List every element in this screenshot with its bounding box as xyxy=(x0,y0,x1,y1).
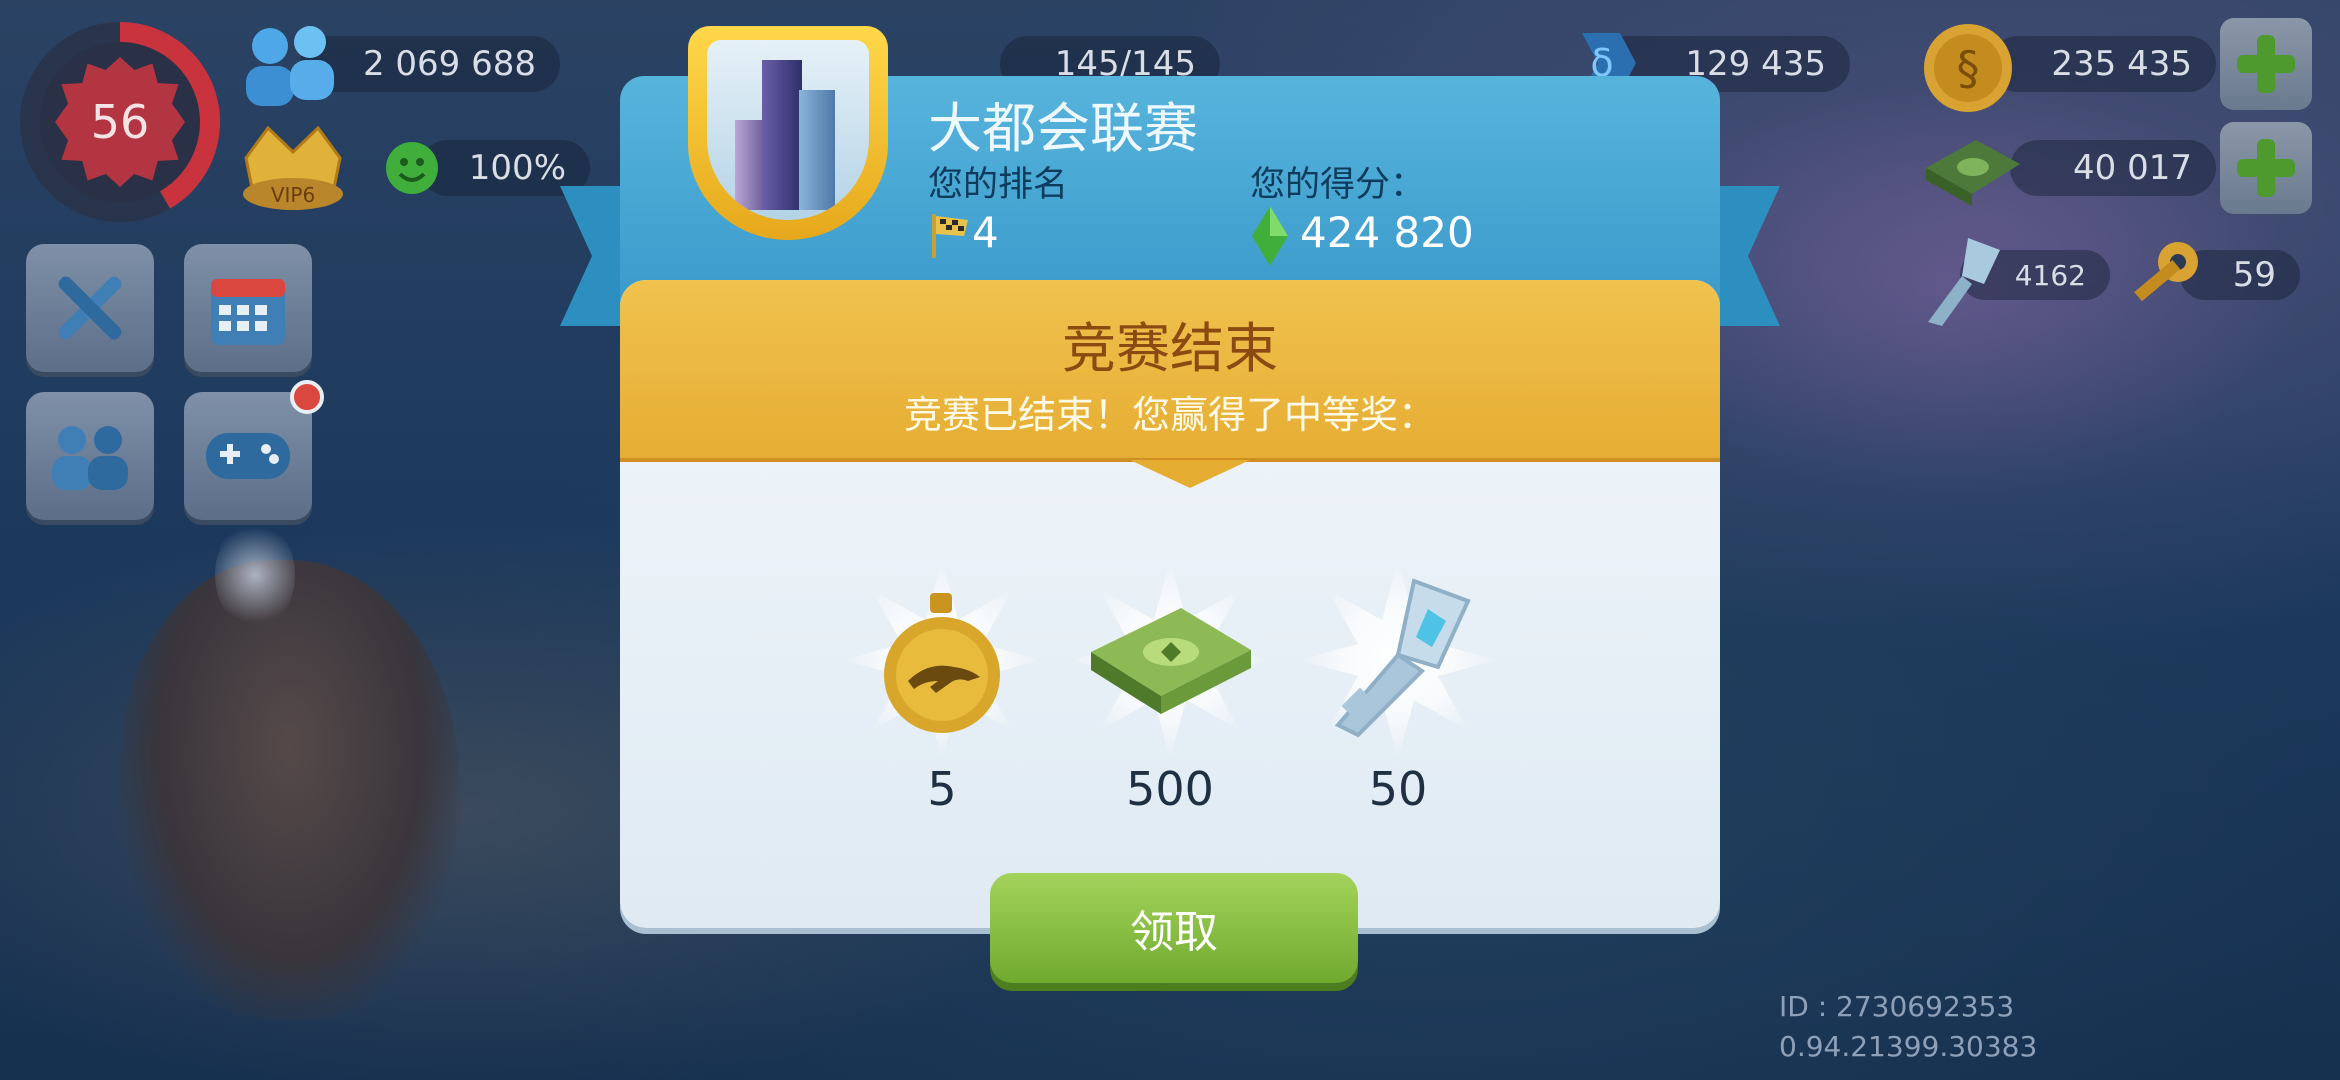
gamepad-icon xyxy=(206,433,290,479)
calendar-button[interactable] xyxy=(184,244,312,372)
golden-cheetah-coin-icon xyxy=(884,593,1000,733)
rank-label: 您的排名 xyxy=(928,165,1069,205)
vip-label: VIP6 xyxy=(271,183,315,207)
happiness-value: 100% xyxy=(468,148,566,188)
simcash-counter[interactable]: 235 435 xyxy=(1990,36,2216,92)
volcano-smoke xyxy=(215,520,295,630)
population-value: 2 069 688 xyxy=(362,44,536,84)
volcano-island xyxy=(120,560,460,1020)
rank-value: 4 xyxy=(972,208,999,257)
smiley-icon xyxy=(386,142,438,194)
tools-button[interactable] xyxy=(26,244,154,372)
simcash-coin-icon: § xyxy=(1924,24,2012,112)
reward-item xyxy=(1298,560,1498,760)
level-badge: 56 xyxy=(55,57,185,187)
banner-pointer xyxy=(1130,460,1250,488)
platinum-key-icon xyxy=(1334,578,1471,738)
build-version: 0.94.21399.30383 xyxy=(1779,1030,2038,1063)
level-indicator[interactable]: 56 xyxy=(20,22,220,222)
score-value: 424 820 xyxy=(1300,208,1474,257)
claim-button[interactable]: 领取 xyxy=(990,873,1358,983)
friends-icon xyxy=(52,426,128,490)
add-simcash-button[interactable] xyxy=(2220,18,2312,110)
reward-count: 5 xyxy=(927,762,957,816)
reward-count: 50 xyxy=(1368,762,1428,816)
plus-icon xyxy=(2237,139,2295,197)
svg-text:§: § xyxy=(1957,41,1980,95)
green-crystal-icon xyxy=(1252,206,1288,266)
game-contests-button[interactable] xyxy=(184,392,312,520)
reward-item xyxy=(1070,560,1270,760)
population-icon xyxy=(246,26,334,106)
platinum-keys-value: 4162 xyxy=(2014,258,2086,292)
calendar-icon xyxy=(211,279,285,345)
friends-button[interactable] xyxy=(26,392,154,520)
simoleons-counter[interactable]: 40 017 xyxy=(2010,140,2216,196)
notification-dot xyxy=(290,380,324,414)
simcash-value: 235 435 xyxy=(2051,44,2192,84)
contest-ended-message: 竞赛已结束！您赢得了中等奖： xyxy=(903,393,1436,437)
league-shield-icon xyxy=(688,26,888,240)
checkered-flag-icon xyxy=(932,214,968,258)
plus-icon xyxy=(2237,35,2295,93)
reward-item xyxy=(842,560,1042,760)
banknote-icon xyxy=(1926,140,2020,206)
wrench-screwdriver-icon xyxy=(58,276,122,340)
add-simoleons-button[interactable] xyxy=(2220,122,2312,214)
score-label: 您的得分： xyxy=(1250,165,1426,205)
golden-key-icon xyxy=(2134,242,2198,302)
reward-count: 500 xyxy=(1126,762,1214,816)
golden-keys-value: 59 xyxy=(2232,255,2276,295)
player-id: ID : 2730692353 xyxy=(1779,990,2015,1023)
platinum-key-small-icon xyxy=(1928,238,2000,326)
vip-crown-icon[interactable]: VIP6 xyxy=(238,118,348,218)
simoleons-value: 40 017 xyxy=(2073,148,2192,188)
simoleon-cash-stack-icon xyxy=(1091,608,1251,714)
contest-ended-title: 竞赛结束 xyxy=(1062,317,1278,380)
league-title: 大都会联赛 xyxy=(928,97,1198,160)
